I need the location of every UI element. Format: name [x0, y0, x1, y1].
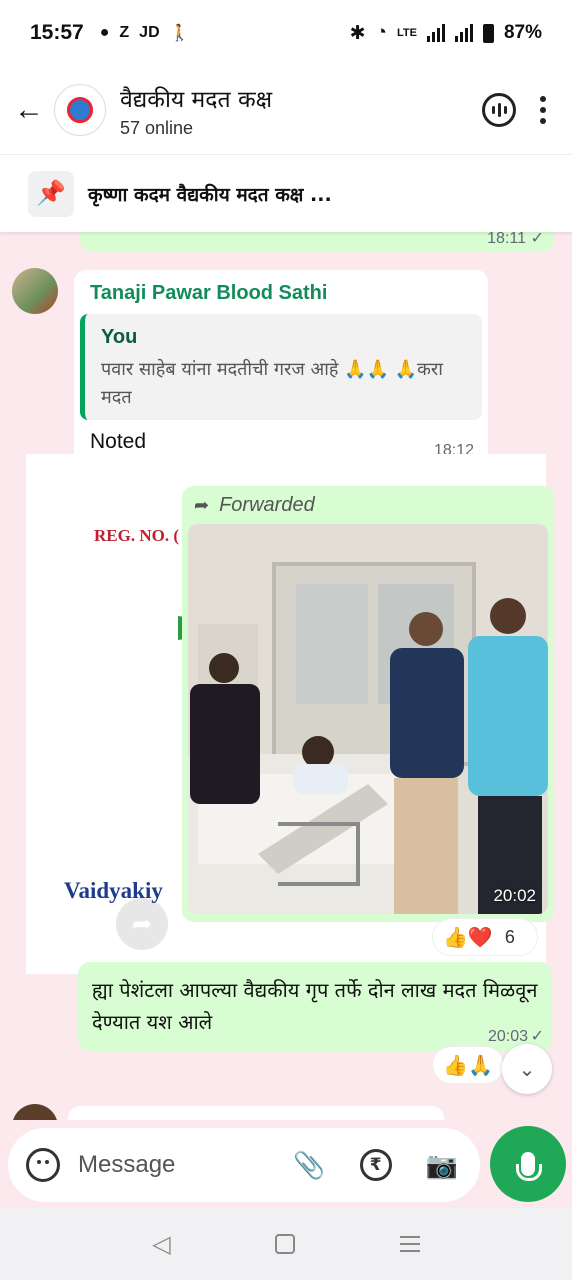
forwarded-image-message[interactable]: ➦ Forwarded 20:02	[182, 486, 554, 922]
bluetooth-icon: ✱	[349, 22, 366, 44]
wifi-icon: ◔	[375, 22, 387, 43]
reactions-pill-2[interactable]: 👍🙏	[432, 1046, 504, 1084]
attach-paperclip-icon[interactable]: 📎	[293, 1150, 325, 1181]
chat-title: वैद्यकीय मदत कक्ष	[120, 86, 273, 113]
incoming-message[interactable]: Tanaji Pawar Blood Sathi You पवार साहेब …	[74, 270, 488, 468]
message-placeholder[interactable]: Message	[78, 1151, 175, 1179]
group-avatar[interactable]	[54, 84, 106, 136]
back-arrow-icon[interactable]: ←	[4, 93, 54, 127]
chat-bubble-icon: ●	[99, 24, 110, 41]
quoted-text: पवार साहेब यांना मदतीची गरज आहे 🙏🙏 🙏करा …	[101, 359, 443, 408]
chat-area[interactable]: 18:11 ✓ Tanaji Pawar Blood Sathi You पवा…	[0, 232, 572, 1120]
battery-icon	[482, 23, 494, 43]
message-time: 20:03	[487, 1028, 528, 1045]
previous-message-bubble[interactable]: 18:11 ✓	[80, 232, 554, 252]
message-text: Noted	[90, 430, 147, 453]
pinned-text: कृष्णा कदम वैद्यकीय मदत कक्ष ...	[88, 183, 332, 206]
message-time: 18:11	[487, 232, 526, 247]
voice-chat-icon[interactable]	[482, 93, 516, 127]
online-count: 57 online	[120, 117, 194, 138]
image-time: 20:02	[493, 886, 536, 905]
chat-header: ← वैद्यकीय मदत कक्ष 57 online	[0, 66, 572, 154]
camera-icon[interactable]: 📷	[426, 1150, 458, 1181]
nav-recents-icon[interactable]	[399, 1236, 420, 1252]
quoted-message[interactable]: You पवार साहेब यांना मदतीची गरज आहे 🙏🙏 🙏…	[80, 314, 482, 420]
forwarded-label: ➦ Forwarded	[194, 494, 315, 516]
microphone-icon	[516, 1152, 542, 1181]
jd-app-icon: JD	[139, 24, 160, 41]
more-options-icon[interactable]	[540, 96, 546, 124]
outgoing-message[interactable]: ह्या पेशंटला आपल्या वैद्यकीय गृप तर्फे द…	[78, 962, 552, 1052]
pinned-message-bar[interactable]: 📌 कृष्णा कदम वैद्यकीय मदत कक्ष ...	[0, 154, 572, 232]
status-left-icons: ● Z JD 🚶	[100, 23, 190, 43]
walking-icon: 🚶	[169, 25, 190, 42]
avatar[interactable]	[12, 1104, 58, 1120]
hospital-photo[interactable]: 20:02	[188, 524, 548, 914]
signal-icon-2	[454, 24, 473, 42]
reaction-count: 6	[504, 926, 515, 947]
pin-icon: 📌	[28, 170, 74, 217]
system-navigation-bar: ◁	[0, 1208, 572, 1280]
avatar[interactable]	[12, 268, 58, 314]
message-input-field[interactable]: Message 📎 ₹ 📷	[8, 1128, 480, 1202]
volte-icon: LTE	[397, 27, 417, 39]
message-composer: Message 📎 ₹ 📷	[0, 1120, 572, 1208]
z-app-icon: Z	[119, 24, 130, 41]
quoted-author: You	[101, 326, 138, 348]
microphone-button[interactable]	[490, 1126, 566, 1202]
sent-check-icon: ✓	[530, 1028, 544, 1045]
sender-name[interactable]: Tanaji Pawar Blood Sathi	[90, 282, 327, 305]
forwarded-arrow-icon: ➦	[194, 495, 210, 515]
message-text: ह्या पेशंटला आपल्या वैद्यकीय गृप तर्फे द…	[92, 978, 538, 1034]
reactions-pill[interactable]: 👍❤️ 6	[432, 918, 538, 956]
partial-message-bubble[interactable]	[68, 1106, 444, 1120]
scroll-down-chevron-icon[interactable]: ⌄	[502, 1044, 552, 1094]
nav-home-icon[interactable]	[275, 1234, 296, 1254]
brand-text: Vaidyakiy	[64, 878, 163, 903]
reg-number-text: REG. NO. (	[94, 526, 179, 545]
reaction-emojis: 👍🙏	[443, 1054, 493, 1077]
reaction-emojis: 👍❤️	[443, 926, 493, 949]
status-bar: 15:57 ● Z JD 🚶 ✱ ◔ LTE 87%	[0, 0, 572, 66]
status-right-icons: ✱ ◔ LTE 87%	[350, 22, 542, 45]
sticker-emoji-icon[interactable]	[26, 1148, 60, 1182]
forward-icon[interactable]: ➦	[116, 898, 168, 950]
payment-rupee-icon[interactable]: ₹	[359, 1149, 392, 1181]
chat-title-block[interactable]: वैद्यकीय मदत कक्ष 57 online	[120, 82, 272, 139]
signal-icon	[426, 24, 445, 42]
sent-check-icon: ✓	[530, 232, 544, 247]
battery-level: 87%	[503, 22, 542, 43]
nav-back-icon[interactable]: ◁	[152, 1230, 170, 1259]
status-time: 15:57	[30, 21, 84, 44]
photo-illustration	[188, 524, 548, 914]
